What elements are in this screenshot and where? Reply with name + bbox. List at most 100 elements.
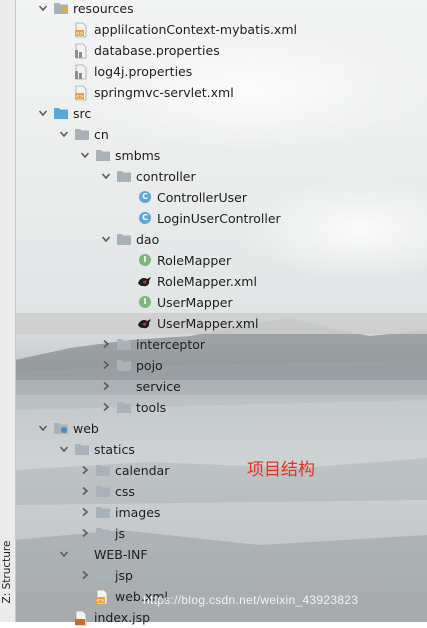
tree-item-label: smbms [115, 148, 161, 163]
tree-item-label: controller [136, 169, 196, 184]
svg-text:<>: <> [75, 94, 83, 100]
tree-item-label: LoginUserController [157, 211, 281, 226]
tree-item-label: RoleMapper.xml [157, 274, 257, 289]
tree-item-label: src [73, 106, 92, 121]
tree-item-label: images [115, 505, 161, 520]
package-icon [116, 400, 132, 415]
tree-item-label: service [136, 379, 181, 394]
tree-item-index-jsp[interactable]: index.jsp [16, 607, 427, 628]
folder-icon [95, 505, 111, 520]
tree-item-resources[interactable]: resources [16, 0, 427, 19]
package-icon [116, 169, 132, 184]
tree-item-log4j-properties[interactable]: log4j.properties [16, 61, 427, 82]
tree-item-label: interceptor [136, 337, 206, 352]
chevron-right-icon[interactable] [79, 485, 91, 497]
chevron-down-icon[interactable] [37, 2, 49, 14]
tree-item-web[interactable]: web [16, 418, 427, 439]
tree-item-label: js [115, 526, 125, 541]
tree-item-web-inf[interactable]: WEB-INF [16, 544, 427, 565]
tree-item-loginusercontroller[interactable]: C LoginUserController [16, 208, 427, 229]
interface-icon: I [137, 295, 153, 310]
tree-item-label: springmvc-servlet.xml [94, 85, 234, 100]
tree-item-controlleruser[interactable]: C ControllerUser [16, 187, 427, 208]
tree-item-label: web [73, 421, 99, 436]
tree-item-springmvc-servlet-xml[interactable]: <> springmvc-servlet.xml [16, 82, 427, 103]
tree-item-label: css [115, 484, 135, 499]
chevron-down-icon[interactable] [37, 107, 49, 119]
tree-item-label: jsp [115, 568, 133, 583]
package-icon [116, 232, 132, 247]
tree-item-label: applilcationContext-mybatis.xml [94, 22, 297, 37]
chevron-down-icon[interactable] [58, 548, 70, 560]
watermark: https://blog.csdn.net/weixin_43923823 [143, 593, 359, 607]
chevron-right-icon[interactable] [79, 569, 91, 581]
tree-item-smbms[interactable]: smbms [16, 145, 427, 166]
tree-item-src[interactable]: src [16, 103, 427, 124]
folder-icon [74, 442, 90, 457]
package-icon [116, 337, 132, 352]
structure-tab-label: Z: Structure [1, 540, 13, 604]
tree-item-label: WEB-INF [94, 547, 148, 562]
tree-item-calendar[interactable]: calendar [16, 460, 427, 481]
chevron-right-icon[interactable] [79, 464, 91, 476]
properties-file-icon [74, 64, 90, 80]
chevron-right-icon[interactable] [79, 506, 91, 518]
chevron-down-icon[interactable] [37, 422, 49, 434]
interface-icon: I [137, 253, 153, 268]
package-icon [116, 358, 132, 373]
tree-item-jsp[interactable]: jsp [16, 565, 427, 586]
xml-file-icon: <> [95, 589, 111, 605]
tree-item-rolemapper-xml[interactable]: RoleMapper.xml [16, 271, 427, 292]
chevron-down-icon[interactable] [58, 443, 70, 455]
chevron-right-icon[interactable] [79, 527, 91, 539]
chevron-right-icon[interactable] [100, 338, 112, 350]
tree-item-label: log4j.properties [94, 64, 193, 79]
folder-icon [95, 484, 111, 499]
web-folder-icon [53, 421, 69, 436]
tree-item-controller[interactable]: controller [16, 166, 427, 187]
tree-item-js[interactable]: js [16, 523, 427, 544]
tree-item-label: index.jsp [94, 610, 151, 625]
tree-item-usermapper[interactable]: I UserMapper [16, 292, 427, 313]
tree-item-interceptor[interactable]: interceptor [16, 334, 427, 355]
folder-icon [95, 568, 111, 583]
tree-item-css[interactable]: css [16, 481, 427, 502]
tree-item-tools[interactable]: tools [16, 397, 427, 418]
tree-item-service[interactable]: service [16, 376, 427, 397]
tree-item-dao[interactable]: dao [16, 229, 427, 250]
tree-item-label: UserMapper.xml [157, 316, 259, 331]
tree-item-label: calendar [115, 463, 170, 478]
class-icon: C [137, 190, 153, 205]
tree-item-label: RoleMapper [157, 253, 232, 268]
tree-item-usermapper-xml[interactable]: UserMapper.xml [16, 313, 427, 334]
tree-item-label: database.properties [94, 43, 220, 58]
tree-item-images[interactable]: images [16, 502, 427, 523]
chevron-down-icon[interactable] [100, 233, 112, 245]
structure-side-panel[interactable]: Z: Structure [0, 0, 16, 622]
chevron-down-icon[interactable] [58, 128, 70, 140]
mybatis-xml-icon [137, 274, 153, 289]
chevron-right-icon[interactable] [100, 359, 112, 371]
chevron-down-icon[interactable] [79, 149, 91, 161]
tree-item-pojo[interactable]: pojo [16, 355, 427, 376]
tree-item-statics[interactable]: statics [16, 439, 427, 460]
package-icon [95, 148, 111, 163]
folder-icon [95, 463, 111, 478]
tree-item-cn[interactable]: cn [16, 124, 427, 145]
tree-item-label: tools [136, 400, 167, 415]
folder-icon [95, 526, 111, 541]
tree-item-label: ControllerUser [157, 190, 247, 205]
tree-item-rolemapper[interactable]: I RoleMapper [16, 250, 427, 271]
tree-item-label: UserMapper [157, 295, 233, 310]
tree-item-database-properties[interactable]: database.properties [16, 40, 427, 61]
tree-item-label: cn [94, 127, 109, 142]
structure-tab[interactable]: Z: Structure [0, 528, 15, 618]
properties-file-icon [74, 43, 90, 59]
xml-file-icon: <> [74, 85, 90, 101]
tree-item-label: pojo [136, 358, 163, 373]
chevron-right-icon[interactable] [100, 380, 112, 392]
chevron-right-icon[interactable] [100, 401, 112, 413]
tree-item-label: statics [94, 442, 135, 457]
tree-item-applilcationcontext-mybatis-xml[interactable]: <> applilcationContext-mybatis.xml [16, 19, 427, 40]
chevron-down-icon[interactable] [100, 170, 112, 182]
